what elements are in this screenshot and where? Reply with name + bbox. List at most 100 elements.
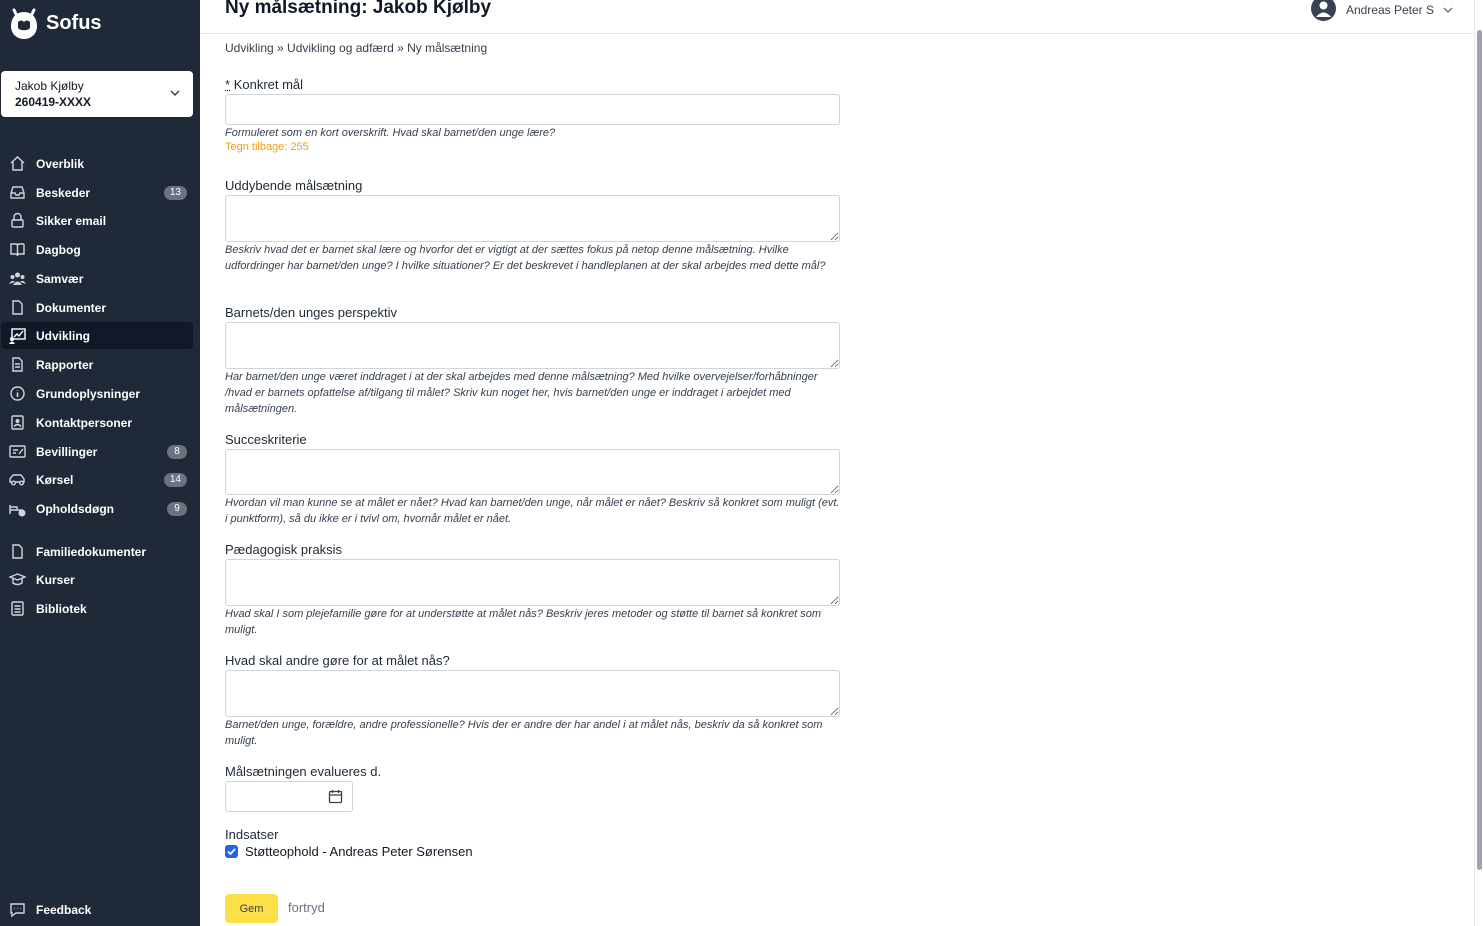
evaluation-date-label: Målsætningen evalueres d. <box>225 764 382 779</box>
sidebar-item-dagbog[interactable]: Dagbog <box>1 236 193 263</box>
sidebar-item-label: Dokumenter <box>36 300 107 315</box>
page-title: Ny målsætning: Jakob Kjølby <box>225 0 492 18</box>
sidebar-item-rapporter[interactable]: Rapporter <box>1 351 193 378</box>
detailed-goal-textarea[interactable] <box>225 195 840 242</box>
sidebar-item-label: Grundoplysninger <box>36 386 141 401</box>
success-criteria-help-text: Hvordan vil man kunne se at målet er nåe… <box>225 497 840 525</box>
sidebar-item-kontaktpersoner[interactable]: Kontaktpersoner <box>1 409 193 436</box>
sidebar-item-koersel[interactable]: Kørsel 14 <box>1 466 193 493</box>
perspective-help-text: Har barnet/den unge været inddraget i at… <box>225 371 818 415</box>
sidebar-item-grundoplysninger[interactable]: Grundoplysninger <box>1 380 193 407</box>
app-name: Sofus <box>46 11 102 34</box>
lock-icon <box>11 212 24 228</box>
family-document-icon <box>12 544 23 559</box>
effort-checkbox[interactable] <box>225 845 238 858</box>
info-icon <box>10 386 25 401</box>
sidebar-item-beskeder[interactable]: Beskeder 13 <box>1 179 193 206</box>
sidebar-item-label: Familiedokumenter <box>36 544 147 559</box>
sidebar-item-familiedokumenter[interactable]: Familiedokumenter <box>1 538 193 565</box>
grant-icon <box>9 445 26 458</box>
sidebar: Sofus Jakob Kjølby 260419-XXXX Overblik … <box>0 0 200 926</box>
others-label: Hvad skal andre gøre for at målet nås? <box>225 653 450 668</box>
inbox-icon <box>10 186 25 199</box>
scrollbar[interactable] <box>1474 0 1483 926</box>
contact-icon <box>11 415 24 430</box>
sidebar-item-kurser[interactable]: Kurser <box>1 566 193 593</box>
sidebar-item-label: Overblik <box>36 156 85 171</box>
sidebar-item-label: Rapporter <box>36 357 94 372</box>
message-count-badge: 13 <box>163 186 187 200</box>
sidebar-item-label: Bevillinger <box>36 444 98 459</box>
goal-label-text: Konkret mål <box>233 77 304 92</box>
chevron-down-icon <box>170 90 180 97</box>
calendar-icon[interactable] <box>328 789 343 804</box>
sidebar-item-bibliotek[interactable]: Bibliotek <box>1 595 193 622</box>
document-icon <box>12 300 23 315</box>
driving-count-badge: 14 <box>163 473 187 487</box>
bed-icon <box>9 505 26 517</box>
home-icon <box>10 156 25 171</box>
evaluation-date-input[interactable] <box>225 781 353 812</box>
sidebar-item-sikker-email[interactable]: Sikker email <box>1 207 193 234</box>
goal-input[interactable] <box>225 94 840 125</box>
sidebar-item-samvaer[interactable]: Samvær <box>1 265 193 292</box>
sidebar-item-label: Opholdsdøgn <box>36 501 114 516</box>
cancel-link[interactable]: fortryd <box>288 900 325 915</box>
practice-help-text: Hvad skal I som plejefamilie gøre for at… <box>225 608 822 636</box>
others-textarea[interactable] <box>225 670 840 717</box>
breadcrumb[interactable]: Udvikling » Udvikling og adfærd » Ny mål… <box>225 41 487 55</box>
sidebar-item-opholdsdoegn[interactable]: Opholdsdøgn 9 <box>1 495 193 522</box>
detailed-goal-label: Uddybende målsætning <box>225 178 363 193</box>
practice-textarea[interactable] <box>225 559 840 606</box>
sidebar-item-label: Bibliotek <box>36 601 87 616</box>
car-icon <box>9 474 25 486</box>
efforts-label: Indsatser <box>225 827 279 842</box>
chat-icon <box>10 903 25 918</box>
sidebar-item-label: Kurser <box>36 572 75 587</box>
sidebar-item-label: Dagbog <box>36 242 81 257</box>
chevron-down-icon <box>1443 7 1453 13</box>
development-icon <box>9 328 26 344</box>
others-help-text: Barnet/den unge, forældre, andre profess… <box>225 719 823 747</box>
sofus-logo[interactable]: Sofus <box>8 5 102 41</box>
sidebar-item-label: Kontaktpersoner <box>36 415 133 430</box>
sidebar-item-dokumenter[interactable]: Dokumenter <box>1 294 193 321</box>
library-icon <box>11 601 24 616</box>
sidebar-item-label: Kørsel <box>36 472 74 487</box>
users-icon <box>9 272 26 285</box>
user-menu[interactable]: Andreas Peter S <box>1310 0 1454 21</box>
success-criteria-textarea[interactable] <box>225 449 840 495</box>
detailed-goal-help-text: Beskriv hvad det er barnet skal lære og … <box>225 244 826 272</box>
sofus-logo-icon <box>11 8 37 39</box>
success-criteria-label: Succeskriterie <box>225 432 307 447</box>
sidebar-item-overblik[interactable]: Overblik <box>1 150 193 177</box>
feedback-label: Feedback <box>36 902 92 917</box>
feedback-button[interactable]: Feedback <box>1 896 193 923</box>
graduation-cap-icon <box>9 573 26 586</box>
user-avatar-icon <box>1310 0 1336 21</box>
sidebar-item-bevillinger[interactable]: Bevillinger 8 <box>1 438 193 465</box>
checkmark-icon <box>227 848 236 856</box>
stay-count-badge: 9 <box>167 502 187 516</box>
child-cpr: 260419-XXXX <box>15 95 92 109</box>
effort-option-label[interactable]: Støtteophold - Andreas Peter Sørensen <box>245 844 473 859</box>
practice-label: Pædagogisk praksis <box>225 542 343 557</box>
goal-help-text: Formuleret som en kort overskrift. Hvad … <box>225 127 556 139</box>
required-mark: * <box>225 77 231 92</box>
perspective-textarea[interactable] <box>225 322 840 369</box>
child-selector[interactable]: Jakob Kjølby 260419-XXXX <box>1 71 193 117</box>
report-icon <box>12 357 23 372</box>
sidebar-item-label: Samvær <box>36 271 84 286</box>
child-name: Jakob Kjølby <box>15 79 84 93</box>
save-button[interactable]: Gem <box>225 894 278 923</box>
perspective-label: Barnets/den unges perspektiv <box>225 305 397 320</box>
sidebar-item-label: Udvikling <box>36 328 91 343</box>
sidebar-item-udvikling[interactable]: Udvikling <box>1 322 193 349</box>
grant-count-badge: 8 <box>167 445 187 459</box>
sidebar-item-label: Sikker email <box>36 213 107 228</box>
top-header: Ny målsætning: Jakob Kjølby Andreas Pete… <box>200 0 1474 34</box>
book-icon <box>10 243 25 257</box>
user-name: Andreas Peter S <box>1345 3 1434 17</box>
character-counter: Tegn tilbage: 255 <box>225 141 309 153</box>
scrollbar-thumb[interactable] <box>1477 30 1482 870</box>
